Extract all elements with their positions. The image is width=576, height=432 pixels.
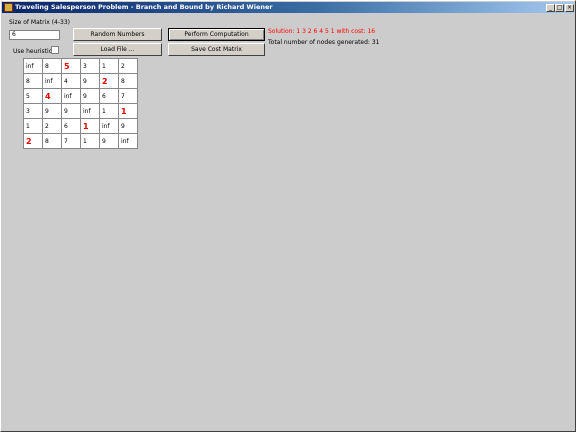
app-window: Traveling Salesperson Problem - Branch a…: [0, 0, 576, 432]
matrix-cell[interactable]: 4: [61, 73, 81, 89]
matrix-cell[interactable]: 8: [42, 58, 62, 74]
matrix-cell[interactable]: 8: [42, 133, 62, 149]
perform-computation-button[interactable]: Perform Computation: [168, 28, 265, 41]
matrix-cell[interactable]: 8: [118, 73, 138, 89]
heuristic-label: Use heuristic: [13, 48, 52, 55]
matrix-cell[interactable]: 9: [42, 103, 62, 119]
matrix-cell[interactable]: 3: [23, 103, 43, 119]
matrix-cell[interactable]: 9: [118, 118, 138, 134]
matrix-size-label: Size of Matrix (4-33): [9, 19, 71, 26]
matrix-size-input[interactable]: 6: [9, 30, 60, 40]
random-numbers-button[interactable]: Random Numbers: [73, 28, 162, 41]
window-title: Traveling Salesperson Problem - Branch a…: [15, 3, 273, 11]
matrix-cell[interactable]: 9: [80, 88, 100, 104]
matrix-cell[interactable]: 1: [80, 133, 100, 149]
title-bar[interactable]: Traveling Salesperson Problem - Branch a…: [2, 2, 574, 13]
solution-text: Solution: 1 3 2 6 4 5 1 with cost: 16: [268, 28, 376, 35]
matrix-cell[interactable]: inf: [23, 58, 43, 74]
minimize-button[interactable]: _: [546, 4, 555, 12]
matrix-cell[interactable]: 8: [23, 73, 43, 89]
heuristic-checkbox[interactable]: [51, 46, 59, 54]
matrix-row: 5 4 inf 9 6 7: [23, 88, 138, 104]
cost-matrix: inf 8 5 3 1 2 8 inf 4 9 2 8 5 4 inf 9 6 7 3 9 9 inf 1 1 1 2 6 1 inf 9…: [23, 58, 138, 149]
app-icon: [4, 3, 13, 12]
matrix-cell[interactable]: 1: [80, 118, 100, 134]
matrix-row: 3 9 9 inf 1 1: [23, 103, 138, 119]
matrix-row: 2 8 7 1 9 inf: [23, 133, 138, 149]
save-cost-matrix-button[interactable]: Save Cost Matrix: [168, 43, 265, 56]
matrix-cell[interactable]: 1: [118, 103, 138, 119]
maximize-button[interactable]: □: [555, 4, 564, 12]
matrix-row: 8 inf 4 9 2 8: [23, 73, 138, 89]
matrix-cell[interactable]: 1: [99, 58, 119, 74]
matrix-cell[interactable]: 5: [61, 58, 81, 74]
matrix-cell[interactable]: inf: [80, 103, 100, 119]
matrix-cell[interactable]: 5: [23, 88, 43, 104]
load-file-button[interactable]: Load File ...: [73, 43, 162, 56]
matrix-cell[interactable]: 2: [42, 118, 62, 134]
nodes-generated-text: Total number of nodes generated: 31: [268, 39, 380, 46]
matrix-cell[interactable]: 7: [118, 88, 138, 104]
matrix-row: 1 2 6 1 inf 9: [23, 118, 138, 134]
matrix-row: inf 8 5 3 1 2: [23, 58, 138, 74]
matrix-cell[interactable]: inf: [61, 88, 81, 104]
matrix-cell[interactable]: 2: [118, 58, 138, 74]
matrix-cell[interactable]: inf: [99, 118, 119, 134]
matrix-cell[interactable]: 2: [23, 133, 43, 149]
matrix-cell[interactable]: 4: [42, 88, 62, 104]
matrix-cell[interactable]: 6: [61, 118, 81, 134]
matrix-cell[interactable]: 1: [23, 118, 43, 134]
close-button[interactable]: ×: [565, 4, 574, 12]
matrix-cell[interactable]: 6: [99, 88, 119, 104]
matrix-cell[interactable]: 7: [61, 133, 81, 149]
matrix-cell[interactable]: inf: [42, 73, 62, 89]
matrix-cell[interactable]: 9: [80, 73, 100, 89]
matrix-cell[interactable]: inf: [118, 133, 138, 149]
matrix-cell[interactable]: 1: [99, 103, 119, 119]
matrix-cell[interactable]: 2: [99, 73, 119, 89]
matrix-cell[interactable]: 3: [80, 58, 100, 74]
matrix-cell[interactable]: 9: [99, 133, 119, 149]
matrix-cell[interactable]: 9: [61, 103, 81, 119]
